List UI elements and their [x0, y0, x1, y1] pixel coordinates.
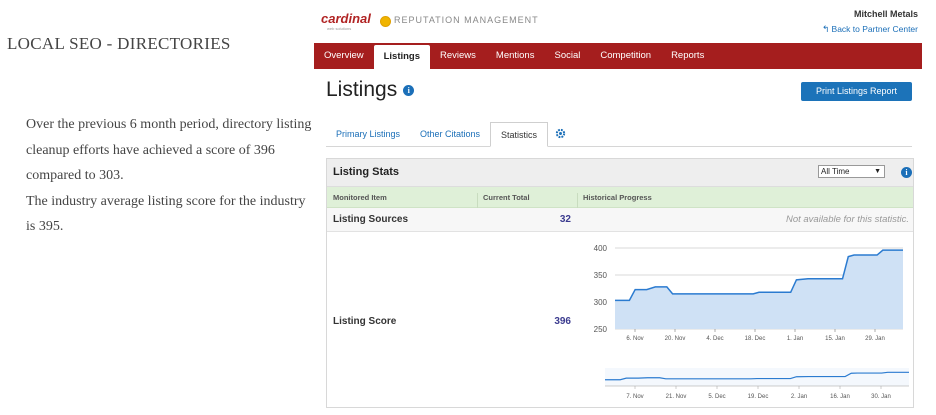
- column-header: Current Total: [483, 193, 530, 202]
- x-tick-label: 29. Jan: [865, 336, 885, 342]
- navigator-background: [605, 368, 909, 386]
- back-to-partner-link[interactable]: ↰ Back to Partner Center: [822, 24, 918, 35]
- slide-paragraph: Over the previous 6 month period, direct…: [26, 117, 312, 183]
- listing-stats-panel: Listing Stats All Time ▼ i Monitored Item…: [326, 158, 914, 408]
- navigator-tick-label: 5. Dec: [708, 394, 725, 400]
- slide-body: Over the previous 6 month period, direct…: [26, 112, 316, 240]
- column-header: Monitored Item: [333, 193, 387, 202]
- x-tick-label: 4. Dec: [706, 336, 723, 342]
- nav-competition[interactable]: Competition: [590, 43, 661, 69]
- tab-other-citations[interactable]: Other Citations: [420, 122, 480, 146]
- nav-reports[interactable]: Reports: [661, 43, 714, 69]
- tab-statistics[interactable]: Statistics: [490, 122, 549, 147]
- row-label: Listing Score: [333, 316, 397, 327]
- listing-score-chart[interactable]: 400 350 300 250 6. Nov 20. Nov 4. Dec 18. Dec 1.…: [577, 232, 911, 408]
- row-label: Listing Sources: [333, 214, 409, 225]
- slide-title: LOCAL SEO - DIRECTORIES: [7, 34, 231, 53]
- logo-text: cardinal: [321, 11, 371, 26]
- listing-tabs: Primary Listings Other Citations Statist…: [326, 122, 912, 147]
- y-tick-label: 250: [594, 325, 608, 334]
- panel-header: Listing Stats All Time ▼ i: [327, 159, 913, 187]
- time-range-value: All Time: [821, 167, 850, 176]
- page-title: Listings i: [326, 78, 415, 102]
- cardinal-logo[interactable]: cardinal web solutions: [321, 9, 371, 33]
- x-tick-label: 20. Nov: [665, 336, 686, 342]
- area-fill: [615, 250, 903, 329]
- top-bar: cardinal web solutions REPUTATION MANAGE…: [314, 0, 922, 43]
- gear-icon[interactable]: [555, 128, 566, 139]
- dropdown-caret-icon: ▼: [874, 168, 881, 175]
- nav-overview[interactable]: Overview: [314, 43, 374, 69]
- panel-title: Listing Stats: [333, 166, 400, 178]
- nav-mentions[interactable]: Mentions: [486, 43, 545, 69]
- y-tick-label: 300: [594, 298, 608, 307]
- tab-primary-listings[interactable]: Primary Listings: [336, 122, 400, 146]
- slide-paragraph: The industry average listing score for t…: [26, 193, 306, 235]
- x-tick-label: 18. Dec: [745, 336, 766, 342]
- navigator-tick-label: 7. Nov: [626, 394, 643, 400]
- logo-subtext: web solutions: [327, 26, 352, 31]
- reputation-star-icon: [380, 16, 391, 27]
- navigator-tick-label: 16. Jan: [830, 394, 850, 400]
- page-title-text: Listings: [326, 78, 398, 101]
- row-value: 32: [559, 214, 571, 225]
- y-tick-label: 350: [594, 271, 608, 280]
- nav-reviews[interactable]: Reviews: [430, 43, 486, 69]
- product-name: REPUTATION MANAGEMENT: [394, 15, 539, 25]
- print-listings-report-button[interactable]: Print Listings Report: [801, 82, 912, 101]
- navigator-tick-label: 19. Dec: [748, 394, 769, 400]
- navigator-tick-label: 21. Nov: [666, 394, 687, 400]
- navigator-tick-label: 30. Jan: [871, 394, 891, 400]
- not-available-note: Not available for this statistic.: [785, 214, 909, 225]
- main-nav: Overview Listings Reviews Mentions Socia…: [314, 43, 922, 69]
- x-tick-label: 15. Jan: [825, 336, 845, 342]
- info-icon[interactable]: i: [901, 167, 912, 178]
- nav-social[interactable]: Social: [544, 43, 590, 69]
- table-row: Listing Sources 32 Not available for thi…: [327, 208, 913, 232]
- time-range-select[interactable]: All Time ▼: [818, 165, 885, 178]
- y-tick-label: 400: [594, 244, 608, 253]
- nav-listings[interactable]: Listings: [373, 45, 431, 69]
- table-row: Listing Score 396 400 350 300 250 6. Nov 20. …: [327, 232, 913, 408]
- column-header-row: Monitored Item Current Total Historical …: [327, 187, 913, 213]
- app-window: cardinal web solutions REPUTATION MANAGE…: [314, 0, 922, 415]
- x-tick-label: 6. Nov: [626, 336, 643, 342]
- x-tick-label: 1. Jan: [787, 336, 803, 342]
- back-link-label: Back to Partner Center: [831, 24, 918, 34]
- row-value: 396: [554, 316, 571, 327]
- column-header: Historical Progress: [583, 193, 652, 202]
- navigator-tick-label: 2. Jan: [791, 394, 807, 400]
- company-name: Mitchell Metals: [853, 9, 918, 19]
- back-arrow-icon: ↰: [821, 24, 830, 34]
- info-icon[interactable]: i: [403, 84, 415, 96]
